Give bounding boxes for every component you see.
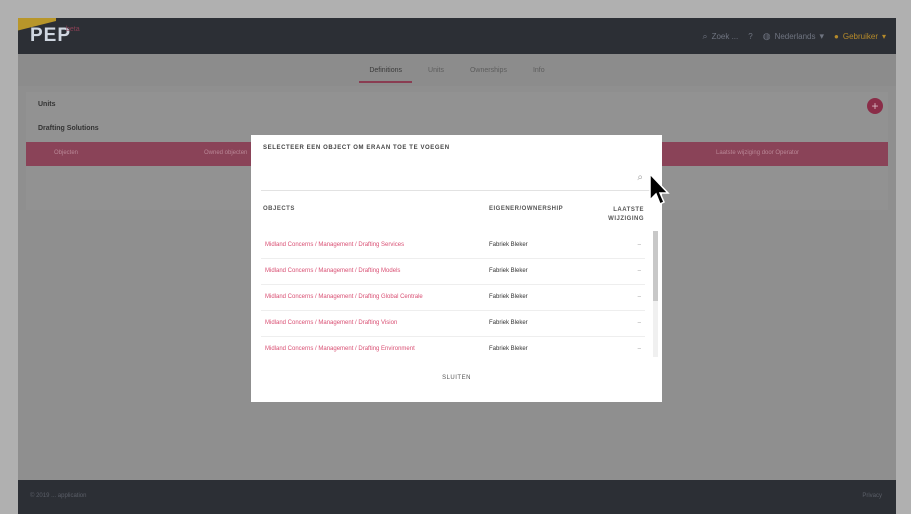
- owner-cell: Fabriek Bleker: [489, 294, 528, 300]
- app-logo[interactable]: PEP: [30, 25, 71, 47]
- owner-cell: Fabriek Bleker: [489, 242, 528, 248]
- chevron-down-icon: ▾: [881, 31, 886, 41]
- nav-actions: ⌕ Zoek ... ? ◍ Nederlands ▾ ● Gebruiker …: [703, 26, 886, 46]
- screen-frame: PEP beta ⌕ Zoek ... ? ◍ Nederlands ▾ ● G…: [0, 0, 911, 514]
- band-col-owned: Owned objecten: [204, 150, 248, 156]
- help-button[interactable]: ?: [748, 32, 752, 41]
- last-change-cell: –: [637, 294, 641, 300]
- card-subtitle: Drafting Solutions: [38, 125, 99, 132]
- dialog-title: SELECTEER EEN OBJECT OM ERAAN TOE TE VOE…: [263, 145, 450, 151]
- owner-cell: Fabriek Bleker: [489, 320, 528, 326]
- tab-units[interactable]: Units: [424, 61, 448, 80]
- last-change-cell: –: [637, 320, 641, 326]
- object-link[interactable]: Midland Concerns / Management / Drafting…: [265, 320, 397, 326]
- object-link[interactable]: Midland Concerns / Management / Drafting…: [265, 242, 404, 248]
- footer-privacy-link[interactable]: Privacy: [862, 493, 882, 499]
- select-object-dialog: SELECTEER EEN OBJECT OM ERAAN TOE TE VOE…: [251, 135, 662, 402]
- footer: © 2019 ... application Privacy: [18, 480, 896, 514]
- object-link[interactable]: Midland Concerns / Management / Drafting…: [265, 268, 400, 274]
- object-link[interactable]: Midland Concerns / Management / Drafting…: [265, 294, 423, 300]
- add-button[interactable]: +: [867, 98, 883, 114]
- list-item[interactable]: Midland Concerns / Management / Drafting…: [261, 337, 645, 360]
- list-item[interactable]: Midland Concerns / Management / Drafting…: [261, 233, 645, 259]
- tab-bar: Definitions Units Ownerships Info: [18, 54, 896, 86]
- search-icon[interactable]: ⌕: [637, 172, 643, 183]
- list-item[interactable]: Midland Concerns / Management / Drafting…: [261, 259, 645, 285]
- user-label: Gebruiker: [842, 31, 878, 41]
- tab-ownerships[interactable]: Ownerships: [466, 61, 511, 80]
- list-item[interactable]: Midland Concerns / Management / Drafting…: [261, 285, 645, 311]
- owner-cell: Fabriek Bleker: [489, 268, 528, 274]
- chevron-down-icon: ▾: [819, 30, 825, 41]
- header-last-change[interactable]: LAATSTE WIJZIGING: [596, 206, 644, 224]
- user-icon: ●: [834, 31, 839, 41]
- search-nav-label: Zoek ...: [711, 31, 739, 41]
- scrollbar-thumb[interactable]: [653, 231, 658, 301]
- help-icon: ?: [748, 31, 753, 41]
- close-button[interactable]: SLUITEN: [251, 375, 662, 381]
- search-nav[interactable]: ⌕ Zoek ...: [703, 31, 739, 42]
- logo-badge: beta: [66, 26, 80, 33]
- last-change-cell: –: [637, 346, 641, 352]
- globe-icon: ◍: [762, 30, 771, 41]
- band-col-objects: Objecten: [54, 150, 79, 156]
- user-menu[interactable]: ● Gebruiker ▾: [834, 32, 886, 41]
- band-col-last: Laatste wijziging door Operator: [716, 150, 800, 156]
- tab-definitions[interactable]: Definitions: [359, 61, 412, 83]
- language-label: Nederlands: [774, 31, 816, 41]
- top-navbar: PEP beta ⌕ Zoek ... ? ◍ Nederlands ▾ ● G…: [18, 18, 896, 54]
- tab-info[interactable]: Info: [529, 61, 549, 80]
- footer-copyright: © 2019 ... application: [30, 493, 87, 499]
- search-icon: ⌕: [702, 30, 708, 41]
- object-list: Midland Concerns / Management / Drafting…: [261, 233, 645, 360]
- list-scrollbar[interactable]: [653, 231, 658, 357]
- object-link[interactable]: Midland Concerns / Management / Drafting…: [265, 346, 415, 352]
- header-objects[interactable]: OBJECTS: [263, 206, 295, 212]
- last-change-cell: –: [637, 268, 641, 274]
- mouse-cursor-icon: [649, 172, 670, 206]
- last-change-cell: –: [637, 242, 641, 248]
- language-selector[interactable]: ◍ Nederlands ▾: [763, 31, 824, 42]
- dialog-search-input[interactable]: ⌕: [261, 168, 653, 191]
- list-item[interactable]: Midland Concerns / Management / Drafting…: [261, 311, 645, 337]
- card-title: Units: [38, 101, 56, 108]
- owner-cell: Fabriek Bleker: [489, 346, 528, 352]
- header-owner[interactable]: EIGENER/OWNERSHIP: [489, 206, 563, 212]
